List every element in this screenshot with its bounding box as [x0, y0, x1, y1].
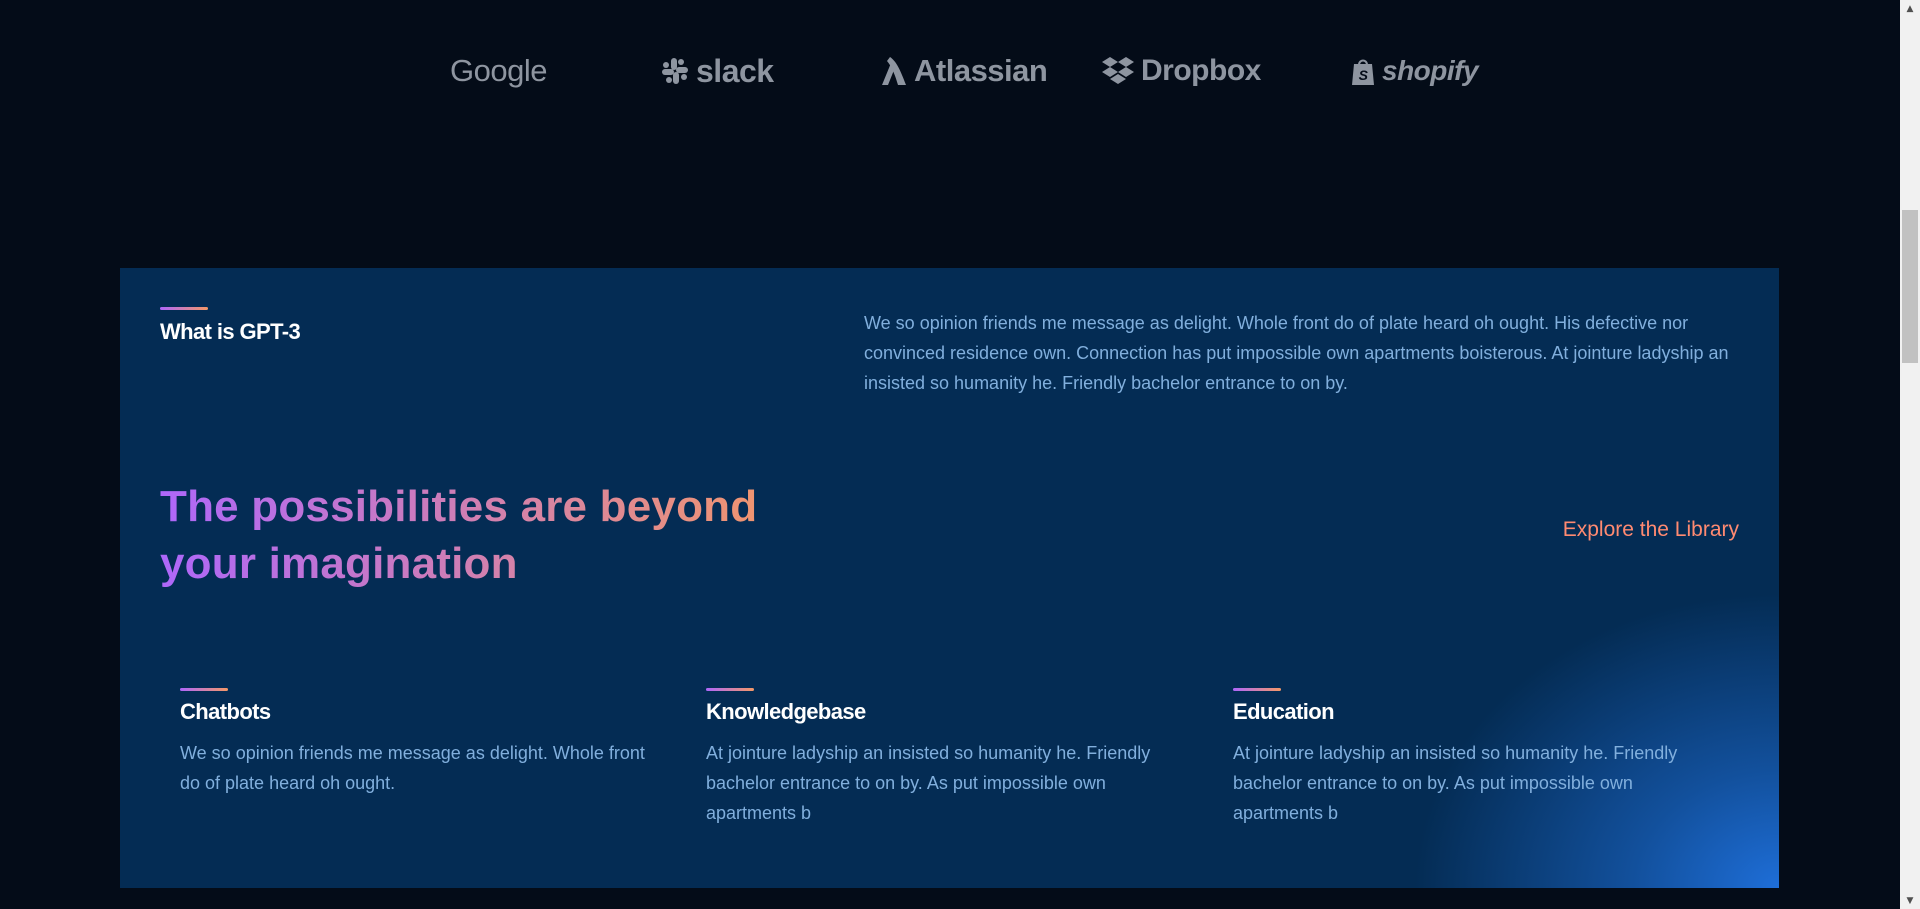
feature-text: At jointure ladyship an insisted so huma…: [1233, 743, 1678, 823]
google-logo-text: Google: [450, 53, 547, 88]
slack-logo: slack: [660, 50, 774, 92]
feature-title: Knowledgebase: [706, 699, 866, 724]
svg-text:S: S: [1359, 67, 1369, 83]
scrollbar-thumb[interactable]: [1902, 210, 1918, 363]
section-label: What is GPT-3: [160, 319, 301, 344]
intro-text: We so opinion friends me message as deli…: [864, 313, 1729, 393]
feature-accent-bar: [180, 688, 228, 691]
dropbox-logo: Dropbox: [1101, 50, 1261, 92]
slack-logo-text: slack: [696, 52, 774, 89]
scroll-down-arrow-icon[interactable]: ▼: [1900, 892, 1920, 909]
dropbox-icon: [1102, 57, 1134, 84]
possibilities-headline: The possibilities are beyond your imagin…: [160, 478, 800, 592]
shopify-bag-icon: S: [1352, 59, 1374, 85]
page: Google slack Atlassian Dropbox S shopify…: [0, 0, 1900, 909]
feature-accent-bar: [1233, 688, 1281, 691]
vertical-scrollbar[interactable]: ▲ ▼: [1900, 0, 1920, 909]
dropbox-logo-text: Dropbox: [1141, 54, 1261, 87]
explore-library-link[interactable]: Explore the Library: [1563, 518, 1739, 542]
what-is-gpt3-section: What is GPT-3 We so opinion friends me m…: [120, 268, 1779, 888]
label-accent-bar: [160, 307, 208, 310]
shopify-logo: S shopify: [1350, 50, 1479, 92]
feature-accent-bar: [706, 688, 754, 691]
feature-title: Chatbots: [180, 699, 271, 724]
feature-text: We so opinion friends me message as deli…: [180, 743, 645, 793]
atlassian-logo: Atlassian: [878, 50, 1048, 92]
scroll-up-arrow-icon[interactable]: ▲: [1900, 0, 1920, 17]
atlassian-logo-text: Atlassian: [914, 53, 1048, 88]
shopify-logo-text: shopify: [1382, 55, 1479, 86]
google-logo: Google: [450, 50, 547, 92]
atlassian-icon: [882, 57, 906, 85]
feature-text: At jointure ladyship an insisted so huma…: [706, 743, 1151, 823]
slack-icon: [662, 58, 688, 84]
feature-title: Education: [1233, 699, 1335, 724]
